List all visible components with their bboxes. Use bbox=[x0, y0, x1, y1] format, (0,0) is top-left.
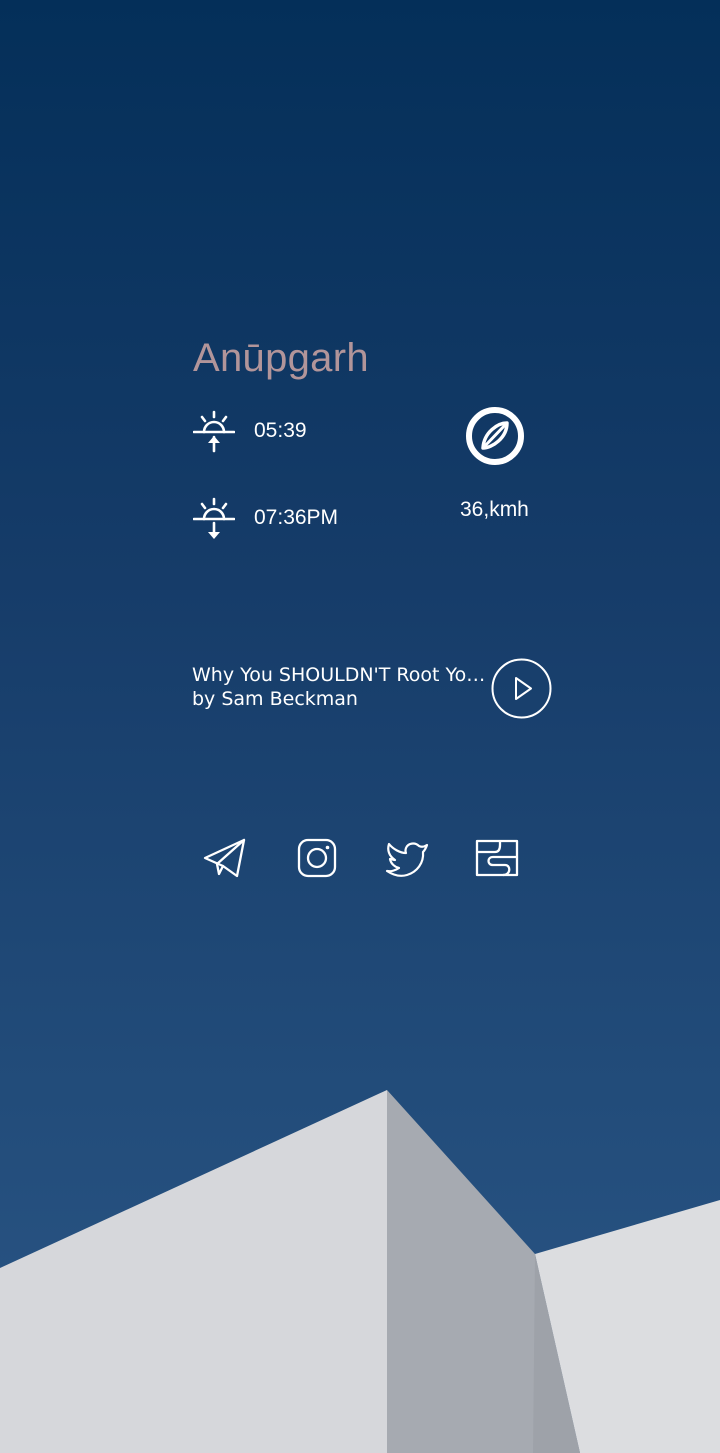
buildings-wallpaper bbox=[0, 1090, 720, 1453]
play-button[interactable] bbox=[491, 658, 552, 719]
sunset-icon bbox=[193, 497, 235, 539]
twitter-icon[interactable] bbox=[385, 836, 429, 880]
sunrise-icon bbox=[193, 410, 235, 453]
sunset-time: 07:36PM bbox=[254, 506, 339, 529]
city-name: Anūpgarh bbox=[193, 336, 369, 380]
telegram-icon[interactable] bbox=[203, 836, 247, 880]
wind-speed: 36,kmh bbox=[460, 498, 529, 521]
instagram-icon[interactable] bbox=[295, 836, 339, 880]
wallet-icon[interactable] bbox=[475, 836, 519, 880]
media-track-title: Why You SHOULDN'T Root Your P... bbox=[192, 664, 497, 686]
compass-icon[interactable] bbox=[465, 406, 525, 466]
sunrise-time: 05:39 bbox=[254, 419, 307, 442]
media-track-artist: by Sam Beckman bbox=[192, 688, 358, 710]
